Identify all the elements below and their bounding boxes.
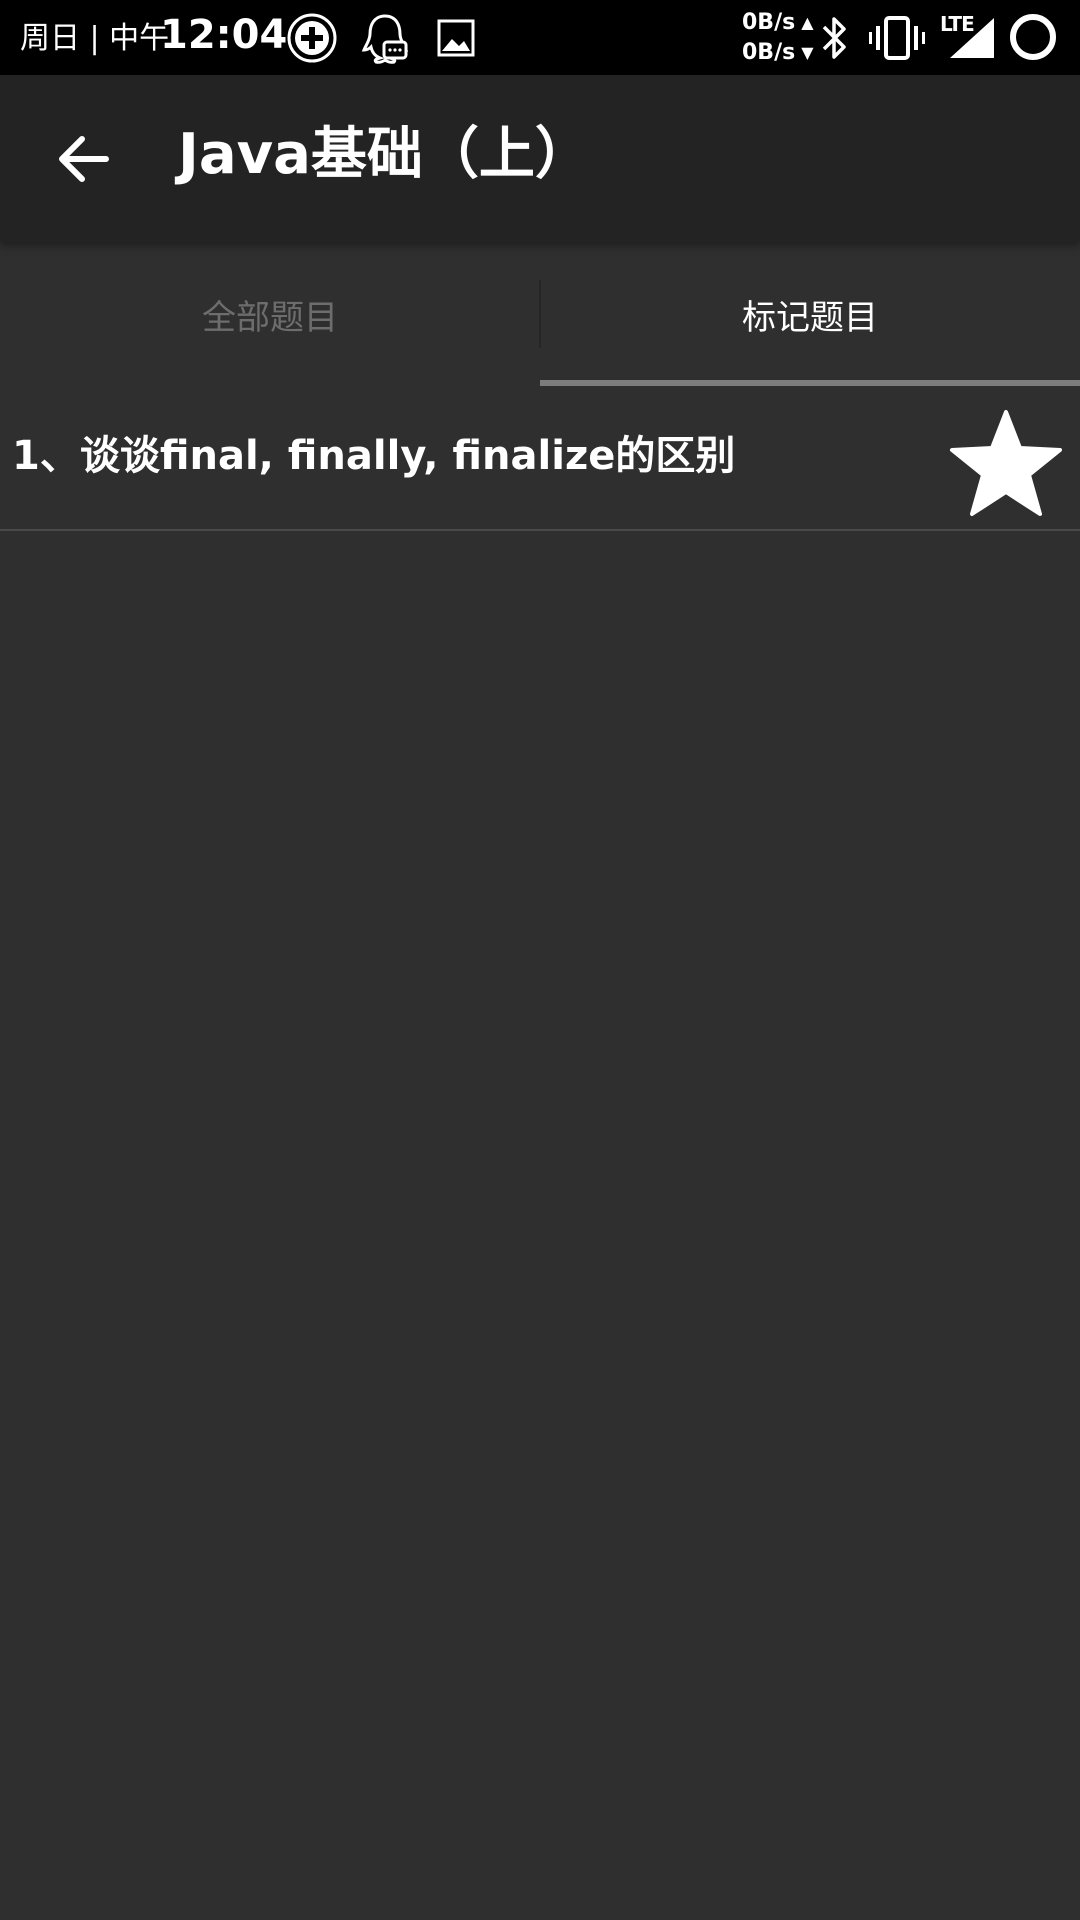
signal-icon (950, 18, 994, 58)
tab-marked-questions-label: 标记题目 (742, 297, 878, 338)
add-circle-icon (287, 13, 337, 63)
tab-marked-questions[interactable]: 标记题目 (540, 242, 1080, 386)
upload-arrow-icon: ▲ (801, 13, 814, 32)
question-text: 1、谈谈final, finally, finalize的区别 (12, 433, 736, 479)
status-day: 周日 | 中午 (20, 21, 170, 56)
download-speed: 0B/s (742, 40, 796, 65)
star-button[interactable] (948, 408, 1064, 518)
upload-speed: 0B/s (742, 10, 796, 35)
tab-all-questions[interactable]: 全部题目 (0, 242, 540, 386)
image-icon (437, 19, 475, 57)
tab-bar: 全部题目 标记题目 (0, 242, 1080, 386)
page-title: Java基础（上） (178, 122, 591, 187)
back-button[interactable] (52, 127, 116, 191)
qq-icon (361, 14, 409, 64)
list-item[interactable]: 1、谈谈final, finally, finalize的区别 (0, 386, 1080, 531)
screen: 周日 | 中午 12:04 0B/s ▲ 0B/s ▼ LTE Java基础（上… (0, 0, 1080, 1920)
star-icon (950, 410, 1062, 516)
question-list: 1、谈谈final, finally, finalize的区别 (0, 386, 1080, 531)
tab-indicator (540, 380, 1080, 386)
tab-all-questions-label: 全部题目 (202, 297, 338, 338)
status-time: 12:04 (160, 12, 288, 58)
back-arrow-icon (59, 136, 109, 182)
circle-icon (1010, 14, 1056, 60)
network-speed: 0B/s ▲ 0B/s ▼ (742, 8, 814, 68)
app-toolbar: Java基础（上） (0, 75, 1080, 242)
download-arrow-icon: ▼ (801, 43, 814, 62)
vibrate-icon (869, 16, 925, 60)
status-bar: 周日 | 中午 12:04 0B/s ▲ 0B/s ▼ LTE (0, 0, 1080, 75)
bluetooth-icon (822, 17, 846, 59)
